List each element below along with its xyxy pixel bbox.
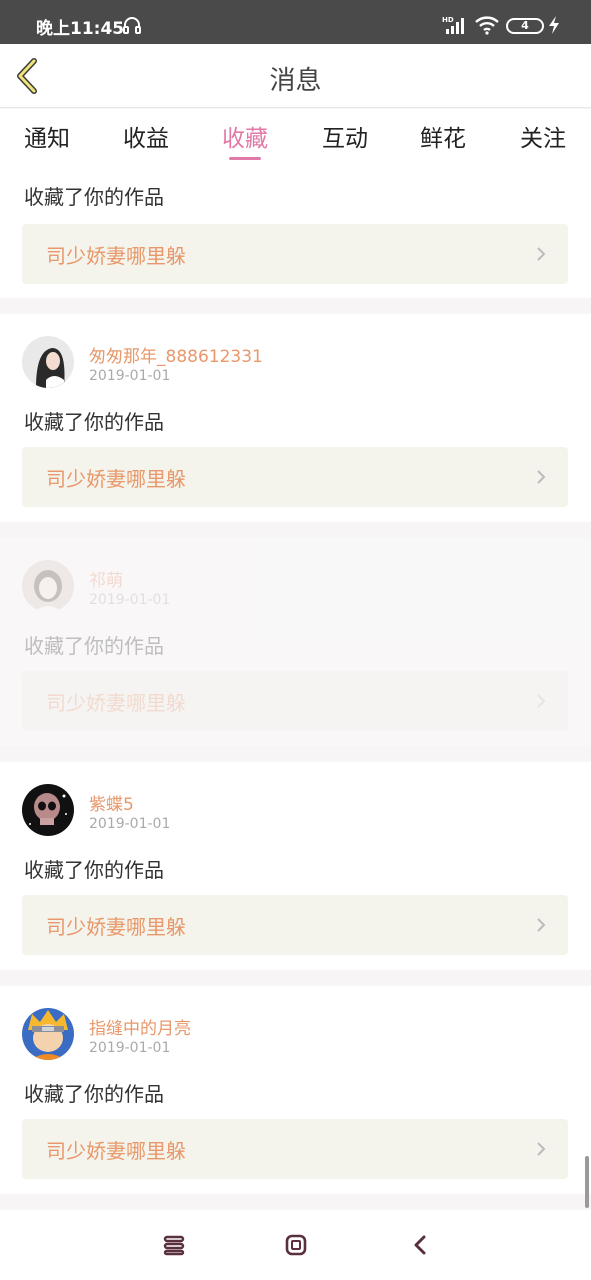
list-item: 紫蝶5 2019-01-01 收藏了你的作品 司少娇妻哪里躲 <box>0 762 591 970</box>
work-link[interactable]: 司少娇妻哪里躲 <box>22 1119 568 1179</box>
action-text: 收藏了你的作品 <box>24 1082 164 1106</box>
scrollbar[interactable] <box>585 1156 589 1208</box>
avatar[interactable] <box>22 336 74 388</box>
chevron-right-icon <box>537 918 546 932</box>
chevron-right-icon <box>537 694 546 708</box>
headset-icon <box>123 17 141 34</box>
chevron-right-icon <box>537 470 546 484</box>
work-link[interactable]: 司少娇妻哪里躲 <box>22 447 568 507</box>
list-item: 指缝中的月亮 2019-01-01 收藏了你的作品 司少娇妻哪里躲 <box>0 986 591 1194</box>
username[interactable]: 指缝中的月亮 <box>89 1014 191 1039</box>
work-link[interactable]: 司少娇妻哪里躲 <box>22 671 568 731</box>
list-item: 祁萌 2019-01-01 收藏了你的作品 司少娇妻哪里躲 <box>0 538 591 746</box>
chevron-right-icon <box>537 247 546 261</box>
status-time: 晚上11:45 <box>36 19 125 39</box>
work-title: 司少娇妻哪里躲 <box>46 1139 186 1163</box>
list-item: 收藏了你的作品 司少娇妻哪里躲 <box>0 165 591 298</box>
message-date: 2019-01-01 <box>89 592 171 608</box>
avatar[interactable] <box>22 784 74 836</box>
tab-favorites[interactable]: 收藏 <box>222 119 268 160</box>
message-date: 2019-01-01 <box>89 816 171 832</box>
tab-interaction[interactable]: 互动 <box>322 119 368 153</box>
chevron-right-icon <box>537 1142 546 1156</box>
work-title: 司少娇妻哪里躲 <box>46 691 186 715</box>
menu-icon[interactable] <box>162 1234 186 1256</box>
charging-icon <box>549 16 559 34</box>
tab-earnings[interactable]: 收益 <box>123 119 169 153</box>
username[interactable]: 祁萌 <box>89 566 123 591</box>
message-date: 2019-01-01 <box>89 368 171 384</box>
username[interactable]: 紫蝶5 <box>89 790 134 815</box>
signal-icon: HD <box>442 16 464 34</box>
tab-follow[interactable]: 关注 <box>520 119 566 153</box>
network-label: HD <box>442 16 454 24</box>
work-title: 司少娇妻哪里躲 <box>46 467 186 491</box>
action-text: 收藏了你的作品 <box>24 634 164 658</box>
tab-flowers[interactable]: 鲜花 <box>420 119 466 153</box>
action-text: 收藏了你的作品 <box>24 410 164 434</box>
avatar[interactable] <box>22 1008 74 1060</box>
home-icon[interactable] <box>284 1234 308 1256</box>
action-text: 收藏了你的作品 <box>24 858 164 882</box>
system-nav-bar <box>0 1210 591 1280</box>
avatar[interactable] <box>22 560 74 612</box>
tab-notice[interactable]: 通知 <box>24 119 70 153</box>
tab-bar: 通知 收益 收藏 互动 鲜花 关注 <box>0 109 591 165</box>
username[interactable]: 匆匆那年_888612331 <box>89 342 263 367</box>
page-title: 消息 <box>269 66 322 96</box>
status-bar: 晚上11:45 HD 4 <box>0 0 591 44</box>
header: 消息 <box>0 44 591 108</box>
work-title: 司少娇妻哪里躲 <box>46 915 186 939</box>
action-text: 收藏了你的作品 <box>24 185 164 209</box>
message-date: 2019-01-01 <box>89 1040 171 1056</box>
work-title: 司少娇妻哪里躲 <box>46 244 186 268</box>
wifi-icon <box>475 16 499 35</box>
work-link[interactable]: 司少娇妻哪里躲 <box>22 895 568 955</box>
battery-icon: 4 <box>506 18 544 34</box>
list-item: 匆匆那年_888612331 2019-01-01 收藏了你的作品 司少娇妻哪里… <box>0 314 591 522</box>
back-icon[interactable] <box>408 1234 432 1256</box>
work-link[interactable]: 司少娇妻哪里躲 <box>22 224 568 284</box>
